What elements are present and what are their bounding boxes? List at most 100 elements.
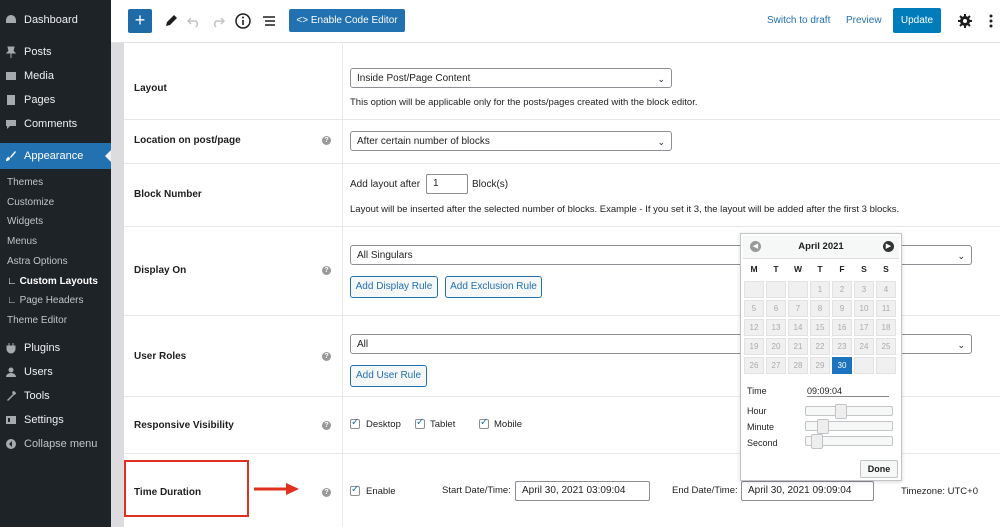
enable-code-editor-button[interactable]: <> Enable Code Editor (289, 9, 405, 32)
submenu-menus[interactable]: Menus (7, 236, 37, 247)
row-label: Responsive Visibility (134, 420, 234, 431)
day-cell[interactable]: 15 (810, 319, 830, 336)
day-cell[interactable]: 29 (810, 357, 830, 374)
block-number-prefix: Add layout after (350, 179, 421, 190)
tablet-checkbox[interactable] (415, 417, 425, 429)
mobile-checkbox[interactable] (479, 417, 489, 429)
sidebar-item-label: Comments (24, 118, 78, 130)
day-cell[interactable]: 1 (810, 281, 830, 298)
submenu-customize[interactable]: Customize (7, 197, 54, 208)
block-number-input[interactable]: 1 (426, 174, 468, 194)
sidebar-item-pages[interactable]: Pages (0, 88, 111, 112)
sidebar-item-media[interactable]: Media (0, 64, 111, 88)
add-exclusion-rule-button[interactable]: Add Exclusion Rule (445, 276, 542, 298)
layout-select[interactable]: Inside Post/Page Content ⌄ (350, 68, 672, 88)
day-cell[interactable]: 8 (810, 300, 830, 317)
day-cell[interactable]: 18 (876, 319, 896, 336)
submenu-themes[interactable]: Themes (7, 177, 43, 188)
location-select[interactable]: After certain number of blocks ⌄ (350, 131, 672, 151)
submenu-theme-editor[interactable]: Theme Editor (7, 315, 67, 326)
sidebar-item-comments[interactable]: Comments (0, 112, 111, 136)
add-user-rule-button[interactable]: Add User Rule (350, 365, 427, 387)
switch-to-draft-button[interactable]: Switch to draft (767, 15, 830, 26)
day-cell[interactable]: 25 (876, 338, 896, 355)
submenu-page-headers[interactable]: ∟ Page Headers (7, 295, 84, 306)
preview-button[interactable]: Preview (846, 15, 882, 26)
day-cell[interactable]: 10 (854, 300, 874, 317)
add-display-rule-button[interactable]: Add Display Rule (350, 276, 438, 298)
time-label: Time (747, 386, 767, 396)
day-cell[interactable]: 16 (832, 319, 852, 336)
help-icon[interactable]: ? (322, 488, 331, 497)
day-cell[interactable]: 22 (810, 338, 830, 355)
row-block-number: Block Number Add layout after 1 Block(s)… (124, 164, 1000, 227)
done-button[interactable]: Done (860, 460, 898, 478)
day-cell[interactable]: 28 (788, 357, 808, 374)
help-icon[interactable]: ? (322, 421, 331, 430)
sidebar-item-settings[interactable]: Settings (0, 408, 111, 432)
add-block-button[interactable]: + (128, 9, 152, 33)
day-cell[interactable]: 23 (832, 338, 852, 355)
datepicker-popup: ◀ April 2021 ▶ MTWTFSS 1 2 3 4 5 6 7 8 9 10 11 12 13… (740, 233, 902, 481)
pencil-icon[interactable] (162, 12, 180, 30)
help-icon[interactable]: ? (322, 352, 331, 361)
redo-icon[interactable] (209, 12, 227, 30)
help-icon[interactable]: ? (322, 266, 331, 275)
sidebar-item-users[interactable]: Users (0, 360, 111, 384)
select-value: After certain number of blocks (357, 136, 490, 147)
next-month-icon[interactable]: ▶ (883, 241, 894, 252)
day-cell[interactable]: 21 (788, 338, 808, 355)
row-label: User Roles (134, 351, 187, 362)
second-slider-handle[interactable] (811, 434, 823, 449)
end-date-input[interactable]: April 30, 2021 09:09:04 (741, 481, 874, 501)
start-date-input[interactable]: April 30, 2021 03:09:04 (515, 481, 650, 501)
day-cell[interactable]: 20 (766, 338, 786, 355)
collapse-menu-button[interactable]: Collapse menu (0, 432, 111, 456)
day-cell[interactable]: 24 (854, 338, 874, 355)
help-icon[interactable]: ? (322, 136, 331, 145)
gear-icon[interactable] (956, 12, 974, 30)
pin-icon (5, 46, 17, 58)
editor-toolbar: + <> Enable Code Editor Switch to draft … (111, 0, 1000, 43)
update-button[interactable]: Update (893, 8, 941, 33)
hour-slider-handle[interactable] (835, 404, 847, 419)
enable-time-checkbox[interactable] (350, 484, 360, 496)
day-cell[interactable]: 3 (854, 281, 874, 298)
day-cell[interactable]: 4 (876, 281, 896, 298)
day-cell[interactable]: 2 (832, 281, 852, 298)
list-view-icon[interactable] (260, 12, 278, 30)
sidebar-item-appearance[interactable]: Appearance (0, 143, 111, 169)
day-cell[interactable]: 26 (744, 357, 764, 374)
day-cell[interactable]: 9 (832, 300, 852, 317)
day-cell[interactable]: 11 (876, 300, 896, 317)
desktop-checkbox[interactable] (350, 417, 360, 429)
minute-slider[interactable] (805, 419, 893, 434)
select-value: All Singulars (357, 250, 413, 261)
day-cell[interactable]: 6 (766, 300, 786, 317)
sidebar-item-tools[interactable]: Tools (0, 384, 111, 408)
day-cell[interactable]: 17 (854, 319, 874, 336)
day-cell[interactable]: 19 (744, 338, 764, 355)
second-slider[interactable] (805, 434, 893, 449)
submenu-custom-layouts[interactable]: ∟ Custom Layouts (7, 276, 98, 287)
day-cell[interactable]: 30 (832, 357, 852, 374)
hour-slider[interactable] (805, 404, 893, 419)
empty-day-cell (854, 357, 874, 374)
undo-icon[interactable] (185, 12, 203, 30)
sidebar-item-posts[interactable]: Posts (0, 40, 111, 64)
sidebar-item-dashboard[interactable]: Dashboard (0, 8, 111, 32)
day-cell[interactable]: 7 (788, 300, 808, 317)
more-options-icon[interactable] (982, 12, 1000, 30)
info-icon[interactable] (234, 12, 252, 30)
sidebar-item-label: Collapse menu (24, 438, 98, 450)
day-cell[interactable]: 12 (744, 319, 764, 336)
select-value: All (357, 339, 369, 350)
submenu-astra-options[interactable]: Astra Options (7, 256, 68, 267)
day-cell[interactable]: 5 (744, 300, 764, 317)
day-cell[interactable]: 13 (766, 319, 786, 336)
minute-slider-handle[interactable] (817, 419, 829, 434)
day-cell[interactable]: 14 (788, 319, 808, 336)
submenu-widgets[interactable]: Widgets (7, 216, 43, 227)
sidebar-item-plugins[interactable]: Plugins (0, 336, 111, 360)
day-cell[interactable]: 27 (766, 357, 786, 374)
